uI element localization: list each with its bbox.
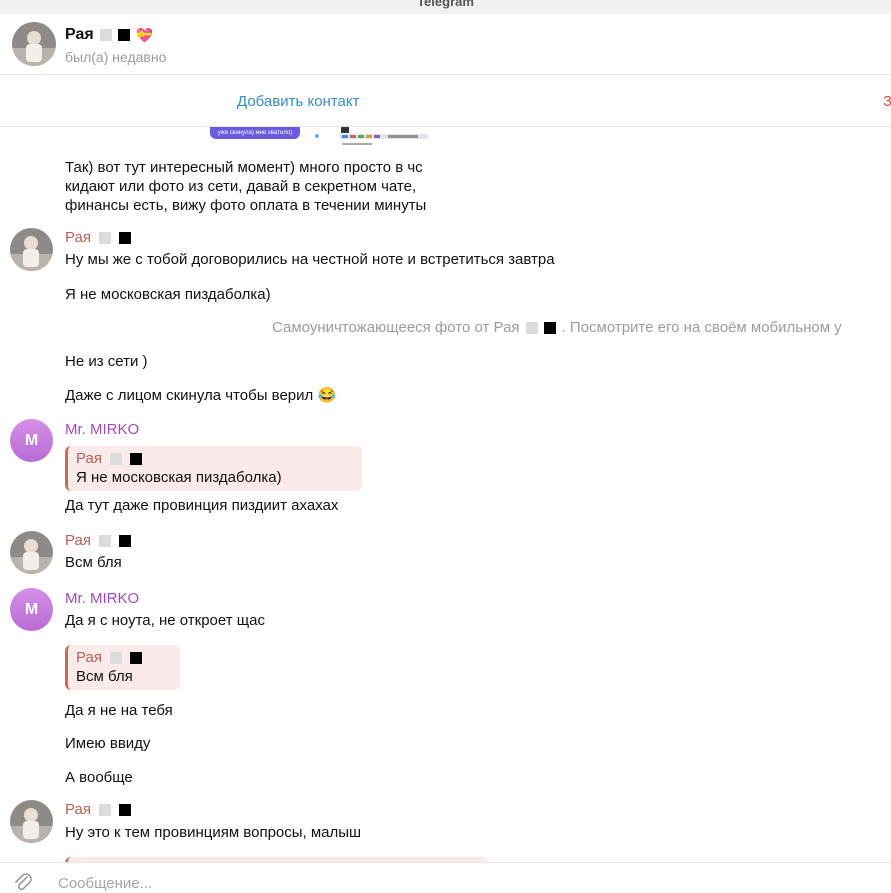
message-text[interactable]: Не из сети ): [65, 352, 148, 371]
add-contact-button[interactable]: Добавить контакт: [237, 93, 359, 110]
sender-name-text: Рая: [65, 532, 91, 549]
message-text[interactable]: Имею ввиду: [65, 734, 150, 753]
redacted-block: [129, 452, 142, 465]
laughing-emoji-icon: 😂: [317, 387, 337, 404]
message-line: кидают или фото из сети, давай в секретн…: [65, 178, 417, 195]
redacted-block: [543, 321, 556, 334]
sender-name-text: Mr. MIRKO: [65, 590, 140, 607]
message-input[interactable]: Сообщение...: [58, 875, 152, 892]
redacted-block: [98, 534, 111, 547]
reply-sender-text: Рая: [76, 649, 102, 666]
reply-sender: Рая: [76, 648, 170, 667]
redacted-block: [525, 321, 538, 334]
message-composer[interactable]: Сообщение...: [0, 862, 891, 892]
message-line: финансы есть, вижу фото оплата в течении…: [65, 197, 427, 214]
contact-name: Рая 💝: [65, 26, 153, 44]
redacted-block: [118, 534, 131, 547]
redacted-block: [98, 803, 111, 816]
sender-name-text: Рая: [65, 801, 91, 818]
image-thumbnail[interactable]: [338, 127, 433, 147]
image-thumbnail[interactable]: [312, 127, 322, 138]
reply-quote[interactable]: Рая Я не московская пиздаболка): [65, 446, 362, 491]
chat-header[interactable]: Рая 💝 был(а) недавно: [0, 14, 891, 75]
sender-name-text: Рая: [65, 229, 91, 246]
message-list[interactable]: уже скинула) мне хватило) Так) вот тут и…: [0, 127, 891, 862]
sender-name[interactable]: Рая: [65, 532, 131, 549]
redacted-block: [109, 651, 122, 664]
sender-name-text: Mr. MIRKO: [65, 421, 140, 438]
message-text[interactable]: Да я с ноута, не откроет щас: [65, 611, 265, 630]
message-text-content: Даже с лицом скинула чтобы верил: [65, 387, 314, 404]
action-bar: Добавить контакт З: [0, 75, 891, 127]
sender-name[interactable]: Рая: [65, 229, 131, 246]
image-thumbnail[interactable]: уже скинула) мне хватило): [210, 127, 300, 139]
avatar-letter: M: [24, 601, 39, 618]
message-text[interactable]: Да я не на тебя: [65, 701, 173, 720]
redacted-block: [118, 803, 131, 816]
message-text[interactable]: Ну мы же с тобой договорились на честной…: [65, 250, 555, 269]
reply-text: Всм бля: [76, 668, 133, 685]
message-text[interactable]: Так) вот тут интересный момент) много пр…: [65, 158, 426, 215]
redacted-block: [118, 231, 131, 244]
message-text[interactable]: Ну это к тем провинциям вопросы, малыш: [65, 823, 361, 842]
sender-name[interactable]: Mr. MIRKO: [65, 590, 139, 607]
report-button[interactable]: З: [883, 93, 891, 110]
avatar[interactable]: M: [10, 419, 53, 462]
avatar[interactable]: [12, 22, 56, 66]
redacted-block: [99, 29, 112, 41]
paperclip-icon[interactable]: [12, 871, 34, 893]
message-text[interactable]: А вообще: [65, 768, 133, 787]
avatar[interactable]: [10, 800, 53, 843]
avatar[interactable]: [10, 228, 53, 271]
redacted-block: [109, 452, 122, 465]
avatar-letter: M: [24, 432, 39, 449]
thumbnail-label: уже скинула) мне хватило): [217, 130, 293, 136]
service-text: . Посмотрите его на своём мобильном у: [561, 319, 842, 336]
service-text: Самоуничтожающееся фото от Рая: [272, 319, 520, 336]
sender-name[interactable]: Mr. MIRKO: [65, 421, 139, 438]
message-text[interactable]: Я не московская пиздаболка): [65, 285, 271, 304]
service-message[interactable]: Самоуничтожающееся фото от Рая . Посмотр…: [272, 319, 842, 336]
message-text[interactable]: Даже с лицом скинула чтобы верил 😂: [65, 386, 336, 405]
reply-sender-text: Рая: [76, 450, 102, 467]
redacted-block: [117, 29, 130, 41]
window-title: Telegram: [417, 0, 474, 9]
message-line: Так) вот тут интересный момент) много пр…: [65, 159, 423, 176]
reply-text: Я не московская пиздаболка): [76, 469, 282, 486]
heart-with-ribbon-icon: 💝: [135, 26, 154, 43]
avatar[interactable]: [10, 531, 53, 574]
redacted-block: [98, 231, 111, 244]
avatar[interactable]: M: [10, 588, 53, 631]
window-titlebar: Telegram: [0, 0, 891, 15]
reply-quote[interactable]: Рая Всм бля: [65, 645, 180, 690]
sender-name[interactable]: Рая: [65, 801, 131, 818]
reply-sender: Рая: [76, 449, 352, 468]
contact-name-text: Рая: [65, 26, 94, 43]
redacted-block: [129, 651, 142, 664]
contact-status: был(а) недавно: [65, 49, 167, 65]
message-text[interactable]: Да тут даже провинция пиздиит ахахах: [65, 496, 338, 515]
message-text[interactable]: Всм бля: [65, 553, 122, 572]
